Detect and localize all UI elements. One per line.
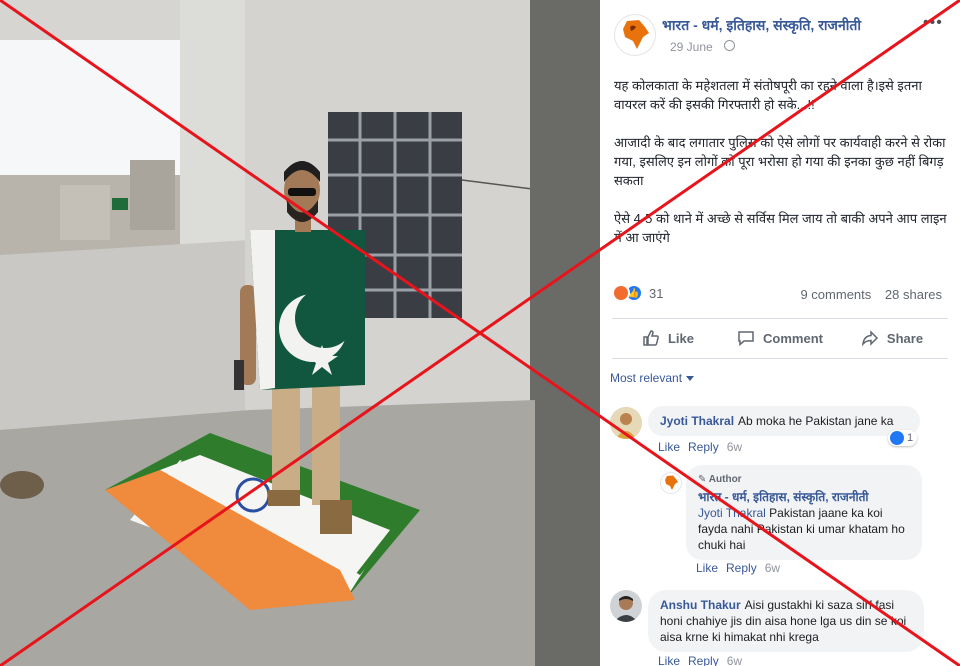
avatar[interactable] [610, 407, 642, 439]
globe-icon [724, 40, 735, 51]
reaction-count: 31 [649, 285, 664, 301]
like-reaction-icon [890, 431, 904, 445]
post-photo[interactable] [0, 0, 600, 666]
divider [612, 318, 948, 319]
comment-author[interactable]: भारत - धर्म, इतिहास, संस्कृति, राजनीती [698, 489, 906, 505]
comment-sort-label: Most relevant [610, 371, 683, 385]
comment-author[interactable]: Jyoti Thakral [660, 414, 734, 428]
avatar[interactable] [610, 590, 642, 622]
comment-like-link[interactable]: Like [696, 561, 718, 575]
post-paragraph: ऐसे 4-5 को थाने में अच्छे से सर्विस मिल … [614, 211, 947, 245]
shares-count-link[interactable]: 28 shares [885, 287, 942, 302]
comment-timestamp[interactable]: 6w [727, 654, 742, 666]
facebook-post: भारत - धर्म, इतिहास, संस्कृति, राजनीती 2… [600, 0, 960, 666]
comment-mention[interactable]: Jyoti Thakral [698, 506, 766, 520]
comment-meta: Like Reply 6w [658, 654, 750, 666]
comment-meta: Like Reply 6w [696, 561, 788, 575]
share-button[interactable]: Share [836, 322, 948, 354]
avatar-photo [610, 590, 642, 622]
comment-bubble: Jyoti Thakral Ab moka he Pakistan jane ka [648, 406, 920, 436]
post-paragraph: यह कोलकाता के महेशतला में संतोषपूरी का र… [614, 78, 922, 112]
comment-reply-link[interactable]: Reply [688, 440, 719, 454]
ellipsis-icon[interactable]: ••• [923, 14, 943, 32]
india-map-logo-icon [623, 20, 649, 49]
post-paragraph: आजादी के बाद लगातार पुलिस को ऐसे लोगों प… [614, 135, 946, 188]
author-tag: ✎ Author [698, 474, 742, 485]
comments-count-link[interactable]: 9 comments [800, 287, 871, 302]
share-arrow-icon [861, 330, 878, 347]
reply-bubble: ✎ Author भारत - धर्म, इतिहास, संस्कृति, … [686, 465, 922, 560]
post-stats: 9 comments 28 shares [790, 287, 942, 302]
post-text: यह कोलकाता के महेशतला में संतोषपूरी का र… [614, 76, 950, 266]
comment-bubble-icon [738, 331, 754, 347]
author-tag-label: Author [708, 474, 742, 485]
thumbs-up-icon [643, 330, 659, 346]
page-avatar[interactable] [614, 14, 656, 56]
caret-down-icon [686, 376, 695, 382]
comment-reply-link[interactable]: Reply [726, 561, 757, 575]
post-actions: Like Comment Share [612, 322, 948, 354]
comment-button-label: Comment [763, 330, 823, 346]
rooftop-scene-image [0, 0, 600, 666]
comment-timestamp[interactable]: 6w [765, 561, 780, 575]
comment-like-badge[interactable]: 1 [888, 430, 918, 446]
comment-sort-dropdown[interactable]: Most relevant [610, 371, 695, 385]
avatar[interactable] [660, 472, 682, 494]
india-map-logo-icon [665, 475, 678, 490]
comment-timestamp[interactable]: 6w [727, 440, 742, 454]
comment-bubble: Anshu Thakur Aisi gustakhi ki saza sirf f… [648, 590, 924, 652]
comment-like-count: 1 [907, 432, 914, 444]
divider [612, 358, 948, 359]
comment-text: Ab moka he Pakistan jane ka [738, 414, 894, 428]
reaction-summary[interactable]: 👍 31 [612, 284, 663, 302]
comment-button[interactable]: Comment [724, 322, 836, 354]
like-button[interactable]: Like [612, 322, 724, 354]
comment-reply-link[interactable]: Reply [688, 654, 719, 666]
angry-reaction-icon [612, 284, 630, 302]
comment-like-link[interactable]: Like [658, 440, 680, 454]
comment-meta: Like Reply 6w [658, 440, 750, 454]
post-date[interactable]: 29 June [670, 40, 713, 54]
like-button-label: Like [667, 330, 694, 346]
share-button-label: Share [886, 330, 924, 346]
page-name[interactable]: भारत - धर्म, इतिहास, संस्कृति, राजनीती [662, 16, 861, 35]
avatar-photo [610, 407, 642, 439]
comment-like-link[interactable]: Like [658, 654, 680, 666]
comment-author[interactable]: Anshu Thakur [660, 598, 741, 612]
